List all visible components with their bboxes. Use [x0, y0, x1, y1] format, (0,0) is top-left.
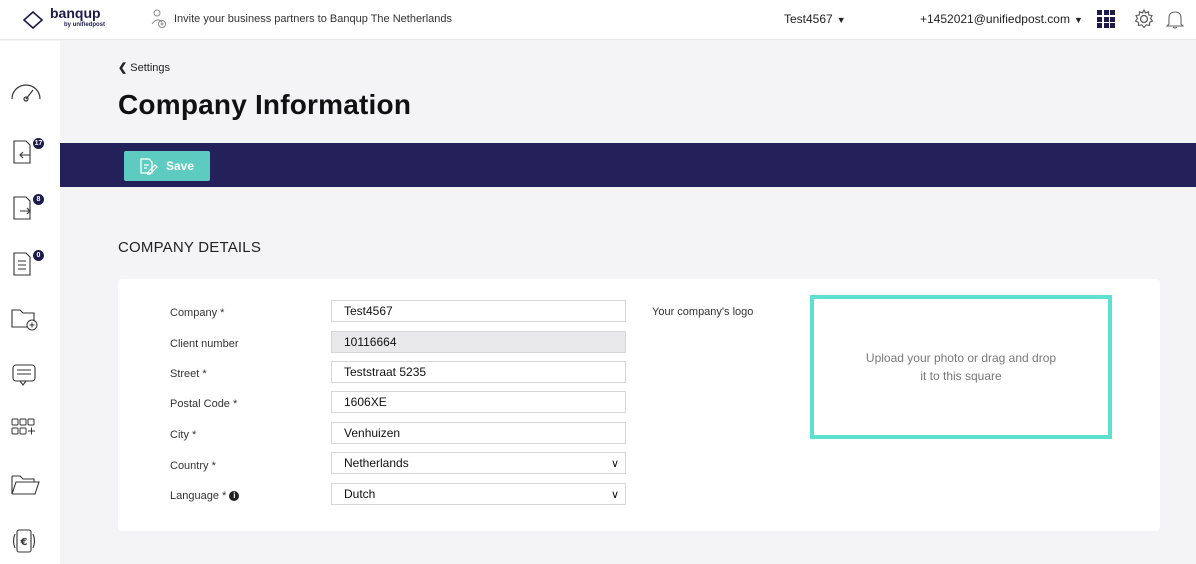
- payment-icon: €: [12, 529, 36, 553]
- caret-down-icon: ▼: [1073, 15, 1083, 25]
- country-value: Netherlands: [344, 456, 409, 470]
- apps-grid-icon[interactable]: [1097, 10, 1115, 28]
- street-input[interactable]: Teststraat 5235: [331, 361, 626, 383]
- upload-instructions: Upload your photo or drag and drop it to…: [865, 351, 1057, 383]
- svg-text:€: €: [20, 537, 28, 548]
- documents-count-badge: 0: [33, 250, 44, 261]
- company-name: Test4567: [784, 12, 833, 26]
- sidebar: 17 8 0 €: [0, 41, 60, 564]
- language-value: Dutch: [344, 487, 376, 501]
- info-icon[interactable]: i: [229, 491, 240, 502]
- sidebar-item-dashboard[interactable]: [8, 77, 42, 109]
- messages-icon: [12, 364, 36, 386]
- save-document-icon: [140, 158, 158, 175]
- invite-text: Invite your business partners to Banqup …: [174, 13, 453, 25]
- brand-subtitle: by unifiedpost: [64, 22, 105, 28]
- notifications-bell-icon[interactable]: [1165, 8, 1185, 30]
- sidebar-item-add-folder[interactable]: [8, 303, 42, 335]
- add-folder-icon: [11, 309, 38, 331]
- top-bar: banqup by unifiedpost Invite your busine…: [0, 0, 1196, 40]
- language-select[interactable]: Dutch ∨: [331, 483, 626, 505]
- sidebar-item-documents[interactable]: 0: [8, 249, 44, 281]
- postal-code-input[interactable]: 1606XE: [331, 391, 626, 413]
- sidebar-item-folders[interactable]: [8, 469, 42, 501]
- chevron-left-icon: ❮: [118, 62, 128, 74]
- section-title: COMPANY DETAILS: [118, 239, 262, 256]
- sidebar-item-apps[interactable]: [8, 413, 42, 445]
- postal-code-label: Postal Code *: [170, 398, 238, 410]
- inbox-count-badge: 17: [33, 138, 44, 149]
- action-bar: Save: [60, 143, 1196, 187]
- banqup-logo[interactable]: [22, 6, 44, 34]
- language-label: Language *: [170, 490, 227, 502]
- company-details-card: Company * Test4567 Client number 1011666…: [118, 279, 1160, 531]
- city-label: City *: [170, 429, 197, 441]
- city-input[interactable]: Venhuizen: [331, 422, 626, 444]
- chevron-down-icon: ∨: [610, 457, 619, 470]
- outbox-count-badge: 8: [33, 194, 44, 205]
- folder-icon: [11, 475, 40, 495]
- settings-gear-icon[interactable]: [1133, 8, 1155, 30]
- company-selector[interactable]: Test4567 ▼: [784, 12, 846, 26]
- sidebar-item-messages[interactable]: [8, 359, 42, 391]
- brand-name: banqup: [50, 5, 101, 21]
- street-label: Street *: [170, 368, 207, 380]
- main-content: ❮ Settings Company Information Save COMP…: [60, 41, 1196, 564]
- sidebar-item-payments[interactable]: €: [8, 525, 42, 557]
- invite-partners-link[interactable]: Invite your business partners to Banqup …: [150, 8, 452, 30]
- sidebar-item-outbox[interactable]: 8: [8, 193, 44, 225]
- back-label: Settings: [130, 62, 171, 74]
- country-select[interactable]: Netherlands ∨: [331, 452, 626, 474]
- user-email: +1452021@unifiedpost.com: [920, 12, 1070, 26]
- country-label: Country *: [170, 460, 216, 472]
- company-logo-label: Your company's logo: [652, 306, 754, 318]
- dashboard-gauge-icon: [11, 84, 41, 102]
- company-input[interactable]: Test4567: [331, 300, 626, 322]
- save-button[interactable]: Save: [124, 151, 210, 181]
- page-title: Company Information: [118, 89, 412, 120]
- apps-icon: [11, 418, 35, 435]
- sidebar-item-inbox[interactable]: 17: [8, 137, 44, 169]
- invite-user-icon: [151, 9, 166, 28]
- client-number-label: Client number: [170, 338, 239, 350]
- company-label: Company *: [170, 307, 225, 319]
- logo-upload-dropzone[interactable]: Upload your photo or drag and drop it to…: [810, 295, 1112, 439]
- user-menu[interactable]: +1452021@unifiedpost.com ▼: [920, 12, 1083, 26]
- back-to-settings-link[interactable]: ❮ Settings: [118, 61, 170, 74]
- save-label: Save: [166, 159, 195, 173]
- chevron-down-icon: ∨: [610, 488, 619, 501]
- caret-down-icon: ▼: [836, 15, 846, 25]
- banqup-logo-icon: [22, 10, 44, 30]
- language-label-row: Language * i: [170, 490, 240, 502]
- client-number-field: 10116664: [331, 331, 626, 353]
